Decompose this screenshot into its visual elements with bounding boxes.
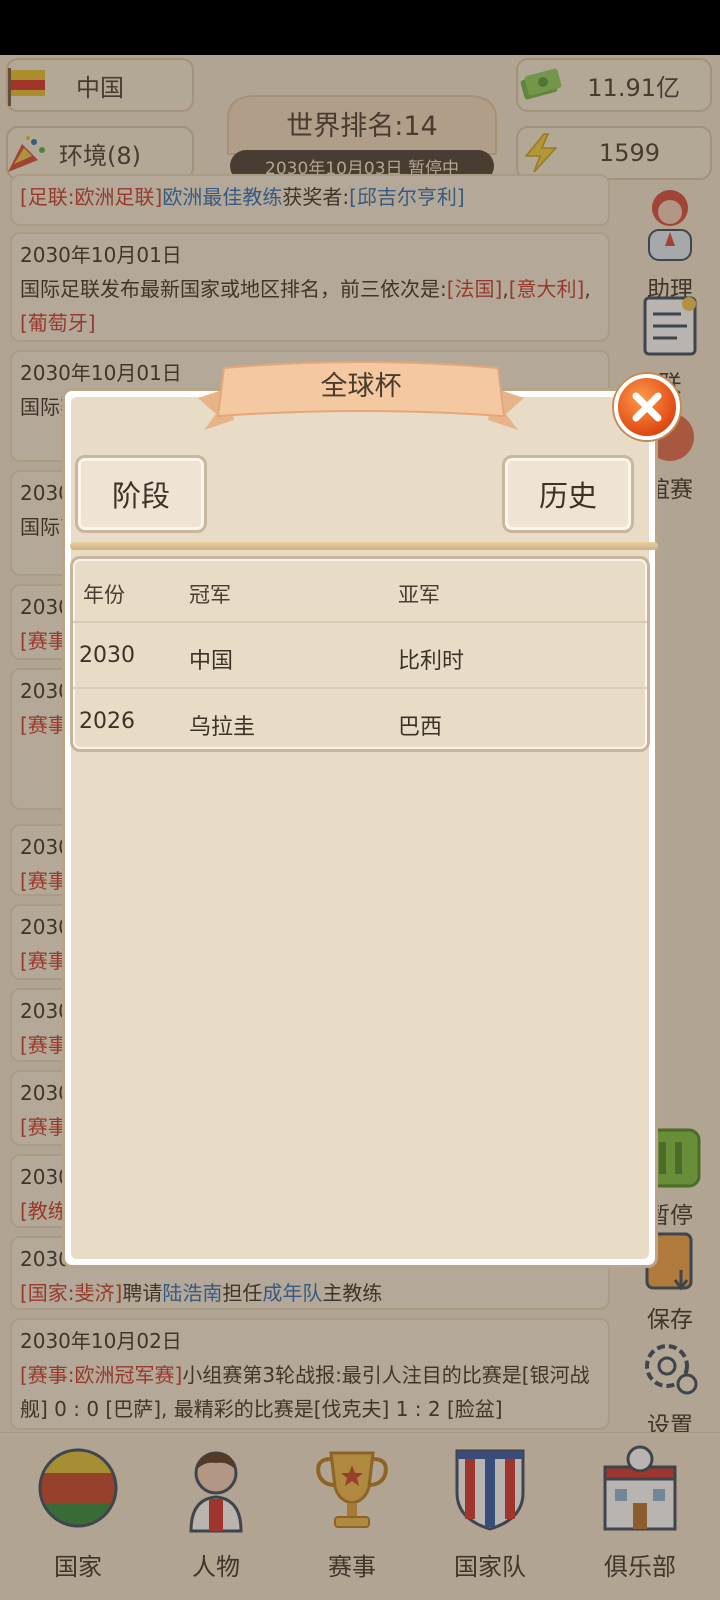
cell-runner-up: 比利时 xyxy=(398,649,465,674)
status-bar xyxy=(0,0,720,55)
col-runner-up: 亚军 xyxy=(398,583,440,607)
dialog-title: 全球杯 xyxy=(320,371,402,402)
history-table: 年份 冠军 亚军 2030 中国 比利时 2026 乌拉圭 巴西 xyxy=(70,556,650,752)
close-button[interactable] xyxy=(614,374,680,440)
table-header: 年份 冠军 亚军 xyxy=(73,559,647,623)
table-row: 2026 乌拉圭 巴西 xyxy=(73,689,647,749)
table-row: 2030 中国 比利时 xyxy=(73,623,647,689)
cell-year: 2030 xyxy=(79,643,135,668)
cell-champion: 中国 xyxy=(189,649,234,674)
col-year: 年份 xyxy=(83,583,125,607)
tab-history[interactable]: 历史 xyxy=(502,455,634,533)
col-champion: 冠军 xyxy=(189,583,231,607)
cell-year: 2026 xyxy=(79,709,135,734)
cell-runner-up: 巴西 xyxy=(398,715,443,740)
tab-stage[interactable]: 阶段 xyxy=(75,455,207,533)
close-icon xyxy=(632,392,662,422)
cell-champion: 乌拉圭 xyxy=(189,715,256,740)
divider xyxy=(70,542,658,550)
